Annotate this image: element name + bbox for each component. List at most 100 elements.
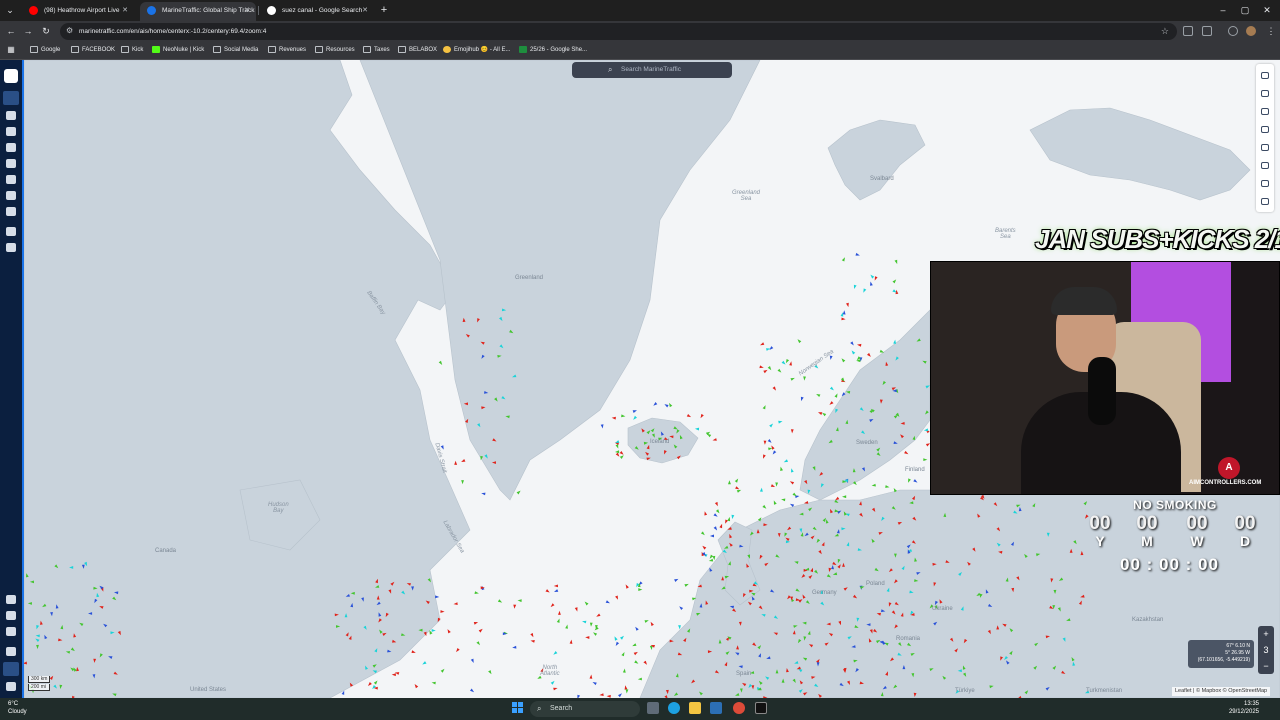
bookmark-label: Social Media	[224, 47, 259, 53]
task-view-icon[interactable]	[647, 702, 659, 714]
edge-icon[interactable]	[668, 702, 680, 714]
bookmark-neonuke[interactable]: NeoNuke | Kick	[152, 42, 204, 59]
folder-icon	[30, 46, 38, 53]
folder-icon	[315, 46, 323, 53]
steam-icon[interactable]	[710, 702, 722, 714]
avatar[interactable]	[1246, 26, 1256, 36]
tab-heathrow[interactable]: (98) Heathrow Airport Live ✕	[22, 2, 134, 21]
reading-list-icon[interactable]	[1202, 26, 1212, 36]
bookmark-resources[interactable]: Resources	[315, 42, 355, 59]
search-icon: ⌕	[608, 65, 613, 74]
address-bar[interactable]: ⚙ marinetraffic.com/en/ais/home/centerx:…	[60, 23, 1177, 40]
close-tab-icon[interactable]: ✕	[244, 2, 250, 19]
bookmark-label: NeoNuke | Kick	[163, 47, 205, 53]
layers-icon[interactable]	[1261, 126, 1269, 133]
clock-date: 29/12/2025	[1228, 709, 1259, 715]
bookmark-taxes[interactable]: Taxes	[363, 42, 390, 59]
list-icon[interactable]	[6, 243, 16, 252]
bookmark-label: FACEBOOK	[82, 47, 116, 53]
zoom-in-button[interactable]: +	[1258, 626, 1274, 642]
globe-icon[interactable]	[6, 627, 16, 636]
decimal-coords-text: (67.101656, -5.449219)	[1197, 657, 1250, 663]
map-layers-icon[interactable]	[3, 91, 19, 105]
tab-google-search[interactable]: suez canal - Google Search ✕	[260, 2, 374, 21]
account-icon[interactable]	[3, 662, 19, 676]
close-window-icon[interactable]: ✕	[1256, 0, 1278, 20]
density-icon[interactable]	[1261, 144, 1269, 151]
minimize-icon[interactable]: –	[1212, 0, 1234, 20]
forward-icon[interactable]: →	[21, 24, 35, 38]
map-label-svalbard: Svalbard	[870, 176, 894, 182]
zoom-out-button[interactable]: −	[1258, 658, 1274, 674]
tab-marinetraffic[interactable]: MarineTraffic: Global Ship Track ✕	[140, 2, 256, 21]
document-icon[interactable]	[6, 159, 16, 168]
bookmark-facebook[interactable]: FACEBOOK	[71, 42, 115, 59]
map-options-icon[interactable]	[1261, 72, 1269, 79]
database-icon[interactable]	[6, 611, 16, 620]
bookmark-revenues[interactable]: Revenues	[268, 42, 306, 59]
bookmark-google[interactable]: Google	[30, 42, 60, 59]
emoji-icon	[443, 46, 451, 53]
timer-clock: 00 : 00 : 00	[1120, 555, 1219, 574]
ship-icon[interactable]	[6, 111, 16, 120]
taskbar-search-label: Search	[550, 705, 573, 712]
coordinates-readout: 67° 6.10 N 5° 26.95 W (67.101656, -5.449…	[1188, 640, 1254, 668]
play-icon[interactable]	[1261, 180, 1269, 187]
map-label-greenland-sea: Greenland Sea	[732, 190, 761, 202]
file-explorer-icon[interactable]	[689, 702, 701, 714]
tab-title: (98) Heathrow Airport Live	[44, 7, 120, 14]
ports-icon[interactable]	[6, 227, 16, 236]
url-text: marinetraffic.com/en/ais/home/centerx:-1…	[79, 28, 267, 35]
site-info-icon[interactable]: ⚙	[66, 26, 76, 36]
google-favicon-icon	[267, 6, 276, 15]
analytics-icon[interactable]	[6, 207, 16, 216]
weather-widget[interactable]: 6°C Cloudy	[8, 700, 27, 716]
system-clock[interactable]: 13:35 29/12/2025	[1195, 700, 1259, 716]
streamer-cap	[1051, 287, 1117, 315]
bookmark-star-icon[interactable]: ☆	[1161, 23, 1169, 40]
obs-icon[interactable]	[755, 702, 767, 714]
close-tab-icon[interactable]: ✕	[362, 2, 368, 19]
bookmark-label: Emojihub 😊 - All E...	[454, 47, 511, 53]
download-icon[interactable]	[6, 127, 16, 136]
windows-start-icon[interactable]	[512, 702, 524, 714]
back-icon[interactable]: ←	[4, 24, 18, 38]
search-input[interactable]: ⌕ Search MarineTraffic	[572, 62, 732, 78]
bookmark-label: Google	[41, 47, 61, 53]
notifications-icon[interactable]	[6, 647, 16, 656]
fleet-icon[interactable]	[6, 191, 16, 200]
scale-mi: 200 mi	[28, 684, 51, 691]
weather-desc: Cloudy	[8, 709, 27, 715]
apps-grid-icon[interactable]: ▦	[4, 43, 18, 57]
draw-icon[interactable]	[1261, 198, 1269, 205]
route-icon[interactable]	[6, 175, 16, 184]
extensions-icon[interactable]	[1183, 26, 1193, 36]
filters-icon[interactable]	[1261, 108, 1269, 115]
marinetraffic-logo-icon[interactable]	[4, 69, 18, 83]
bookmark-emojihub[interactable]: Emojihub 😊 - All E...	[443, 42, 511, 59]
tag-icon[interactable]	[6, 595, 16, 604]
downloads-icon[interactable]	[1228, 26, 1238, 36]
measure-icon[interactable]	[1261, 162, 1269, 169]
folder-icon	[213, 46, 221, 53]
taskbar-search[interactable]: ⌕ Search	[530, 701, 640, 717]
menu-kebab-icon[interactable]: ⋮	[1264, 24, 1278, 38]
new-tab-button[interactable]: +	[377, 2, 391, 18]
months-counter: 00 M	[1132, 514, 1162, 549]
weather-icon[interactable]	[1261, 90, 1269, 97]
reload-icon[interactable]: ↻	[39, 24, 53, 38]
bookmark-sheets[interactable]: 25/26 - Google She...	[519, 42, 587, 59]
counter-unit: Y	[1095, 533, 1105, 549]
settings-gear-icon[interactable]	[6, 682, 16, 691]
maximize-icon[interactable]: ▢	[1234, 0, 1256, 20]
chrome-icon[interactable]	[733, 702, 745, 714]
bookmark-belabox[interactable]: BELABOX	[398, 42, 437, 59]
tab-search-icon[interactable]: ⌄	[3, 3, 17, 17]
close-tab-icon[interactable]: ✕	[122, 2, 128, 19]
map-label-sweden: Sweden	[856, 440, 878, 446]
bookmark-label: Kick	[132, 47, 144, 53]
bookmark-kick[interactable]: Kick	[121, 42, 143, 59]
map-attribution[interactable]: Leaflet | © Mapbox © OpenStreetMap	[1172, 687, 1271, 696]
bookmark-social-media[interactable]: Social Media	[213, 42, 258, 59]
anchor-icon[interactable]	[6, 143, 16, 152]
